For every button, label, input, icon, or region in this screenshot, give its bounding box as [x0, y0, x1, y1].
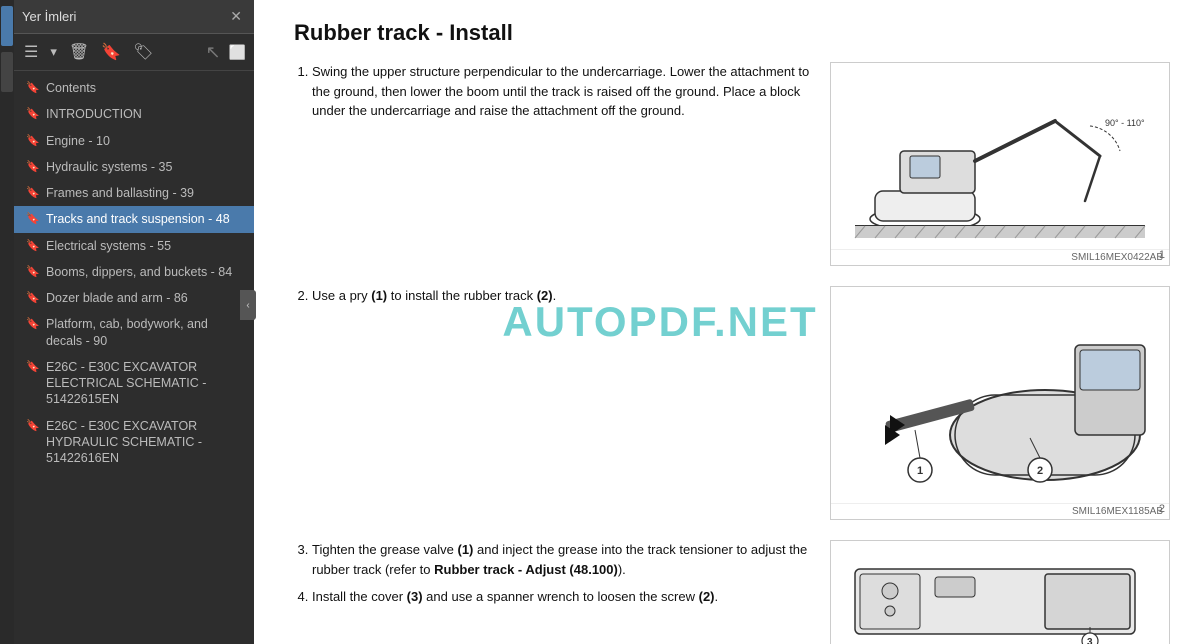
sidebar-item-label-hydraulic: Hydraulic systems - 35: [46, 159, 246, 175]
figure-2-img: 1 2: [831, 287, 1169, 503]
section-step-1: Swing the upper structure perpendicular …: [294, 62, 1170, 266]
doc-title: Rubber track - Install: [294, 20, 1170, 46]
sidebar-item-hydraulic-schema[interactable]: 🔖 E26C - E30C EXCAVATOR HYDRAULIC SCHEMAT…: [14, 413, 254, 472]
sidebar: Yer İmleri ✕ ☰ ▾ 🗑 🔖 🏷 ↖ ⬜ 🔖 Contents 🔖 INT…: [14, 0, 254, 644]
step-4-item: Install the cover (3) and use a spanner …: [312, 587, 810, 607]
step-4-bold-2: (2): [699, 589, 715, 604]
step-2-item: Use a pry (1) to install the rubber trac…: [312, 286, 810, 306]
figure-2-caption: SMIL16MEX1185AB: [831, 503, 1169, 519]
figure-1-img: 90° - 110°: [831, 63, 1169, 249]
sidebar-item-label-dozer: Dozer blade and arm - 86: [46, 290, 246, 306]
step-2-text: Use a pry (1) to install the rubber trac…: [294, 286, 810, 520]
figure-2-box: 1 2 SMIL16MEX1185AB 2: [830, 286, 1170, 520]
step-3-bold-1: (1): [458, 542, 474, 557]
svg-text:1: 1: [917, 465, 923, 477]
cover-svg: 3: [845, 549, 1155, 644]
bookmark-icon-contents: 🔖: [26, 81, 40, 95]
bookmark-icon-platform: 🔖: [26, 317, 40, 331]
sidebar-item-platform[interactable]: 🔖 Platform, cab, bodywork, and decals - 9…: [14, 311, 254, 354]
bookmark-icon-hydraulic: 🔖: [26, 160, 40, 174]
figure-1-num: 1: [1159, 249, 1165, 261]
sidebar-item-label-hydraulic-schema: E26C - E30C EXCAVATOR HYDRAULIC SCHEMATI…: [46, 418, 246, 467]
section-steps-3-4: Tighten the grease valve (1) and inject …: [294, 540, 1170, 644]
sidebar-item-label-electrical-schema: E26C - E30C EXCAVATOR ELECTRICAL SCHEMAT…: [46, 359, 246, 408]
toolbar-dropdown-icon[interactable]: ▾: [48, 42, 59, 62]
bookmark-icon-introduction: 🔖: [26, 107, 40, 121]
toolbar-bookmark-icon[interactable]: 🔖: [99, 40, 123, 64]
step-3-item: Tighten the grease valve (1) and inject …: [312, 540, 810, 579]
sidebar-item-dozer[interactable]: 🔖 Dozer blade and arm - 86: [14, 285, 254, 311]
step-3-link: Rubber track - Adjust (48.100): [434, 562, 618, 577]
sidebar-item-label-engine: Engine - 10: [46, 133, 246, 149]
sidebar-item-label-tracks: Tracks and track suspension - 48: [46, 211, 246, 227]
toolbar-menu-icon[interactable]: ☰: [22, 40, 40, 64]
bookmark-icon-tracks: 🔖: [26, 212, 40, 226]
excavator-svg: 90° - 110°: [845, 71, 1155, 241]
svg-text:2: 2: [1037, 465, 1043, 477]
figure-3-img: 3: [831, 541, 1169, 644]
figure-1-box: 90° - 110°: [830, 62, 1170, 266]
section-step-2: Use a pry (1) to install the rubber trac…: [294, 286, 1170, 520]
toolbar-delete-icon[interactable]: 🗑: [67, 40, 91, 64]
bookmark-icon-hydraulic-schema: 🔖: [26, 419, 40, 433]
bookmark-icon-electrical-schema: 🔖: [26, 360, 40, 374]
sidebar-collapse-button[interactable]: ‹: [240, 290, 256, 320]
step-4-bold-1: (3): [407, 589, 423, 604]
sidebar-item-frames[interactable]: 🔖 Frames and ballasting - 39: [14, 180, 254, 206]
figure-2-num: 2: [1159, 503, 1165, 515]
left-tab-strip: [0, 0, 14, 644]
sidebar-item-label-booms: Booms, dippers, and buckets - 84: [46, 264, 246, 280]
tab-strip-item-2[interactable]: [1, 52, 13, 92]
step-2-bold-2: (2): [537, 288, 553, 303]
sidebar-item-electrical-schema[interactable]: 🔖 E26C - E30C EXCAVATOR ELECTRICAL SCHEMA…: [14, 354, 254, 413]
sidebar-item-electrical[interactable]: 🔖 Electrical systems - 55: [14, 233, 254, 259]
cursor-box-icon: ⬜: [229, 44, 246, 61]
bookmark-icon-frames: 🔖: [26, 186, 40, 200]
sidebar-item-introduction[interactable]: 🔖 INTRODUCTION: [14, 101, 254, 127]
cursor-icon: ↖: [205, 42, 220, 63]
sidebar-item-label-contents: Contents: [46, 80, 246, 96]
sidebar-item-label-frames: Frames and ballasting - 39: [46, 185, 246, 201]
sidebar-title: Yer İmleri: [22, 9, 76, 24]
sidebar-item-contents[interactable]: 🔖 Contents: [14, 75, 254, 101]
sidebar-toolbar: ☰ ▾ 🗑 🔖 🏷 ↖ ⬜: [14, 34, 254, 71]
step-1-item: Swing the upper structure perpendicular …: [312, 62, 810, 121]
sidebar-item-label-introduction: INTRODUCTION: [46, 106, 246, 122]
steps-3-4-text: Tighten the grease valve (1) and inject …: [294, 540, 810, 644]
bookmark-icon-dozer: 🔖: [26, 291, 40, 305]
svg-text:3: 3: [1087, 637, 1093, 644]
toolbar-tag-icon[interactable]: 🏷: [131, 40, 155, 64]
sidebar-close-button[interactable]: ✕: [226, 6, 246, 27]
main-content: Rubber track - Install Swing the upper s…: [254, 0, 1200, 644]
figure-3-box: 3 SMIL16MEX... 3: [830, 540, 1170, 644]
angle-label: 90° - 110°: [1105, 118, 1145, 128]
sidebar-item-label-electrical: Electrical systems - 55: [46, 238, 246, 254]
sidebar-item-engine[interactable]: 🔖 Engine - 10: [14, 128, 254, 154]
tab-strip-bookmarks[interactable]: [1, 6, 13, 46]
step-1-text: Swing the upper structure perpendicular …: [294, 62, 810, 266]
sidebar-nav: 🔖 Contents 🔖 INTRODUCTION 🔖 Engine - 10 🔖 Hydra…: [14, 71, 254, 644]
figure-1-caption: SMIL16MEX0422AB: [831, 249, 1169, 265]
sidebar-item-tracks[interactable]: 🔖 Tracks and track suspension - 48: [14, 206, 254, 232]
bookmark-icon-booms: 🔖: [26, 265, 40, 279]
sidebar-header: Yer İmleri ✕: [14, 0, 254, 34]
sidebar-item-hydraulic[interactable]: 🔖 Hydraulic systems - 35: [14, 154, 254, 180]
sidebar-item-booms[interactable]: 🔖 Booms, dippers, and buckets - 84: [14, 259, 254, 285]
step-2-bold-1: (1): [371, 288, 387, 303]
sidebar-item-label-platform: Platform, cab, bodywork, and decals - 90: [46, 316, 246, 349]
bookmark-icon-electrical: 🔖: [26, 239, 40, 253]
bookmark-icon-engine: 🔖: [26, 134, 40, 148]
track-install-svg: 1 2: [845, 295, 1155, 495]
